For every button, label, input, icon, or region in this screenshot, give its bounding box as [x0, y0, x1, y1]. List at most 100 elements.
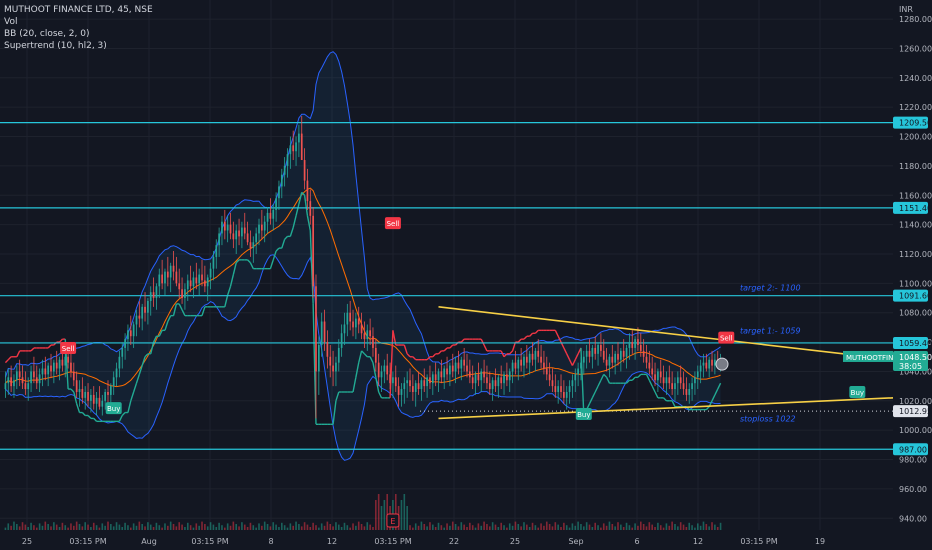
volume-bar	[679, 522, 682, 530]
candle-body	[315, 286, 317, 372]
candle-body	[58, 359, 61, 369]
price-tick-label: 1220.00	[899, 103, 932, 112]
volume-bar	[486, 524, 488, 530]
candle-body	[124, 339, 126, 348]
candle-body	[696, 371, 699, 378]
candle-body	[608, 356, 611, 366]
volume-bar	[571, 523, 574, 530]
volume-bar	[138, 521, 141, 530]
time-tick-label: 8	[268, 537, 273, 546]
candle-body	[628, 342, 631, 348]
supertrend-label[interactable]: Supertrend (10, hl2, 3)	[4, 40, 153, 52]
volume-bar	[195, 523, 198, 530]
bollinger-bands-label[interactable]: BB (20, close, 2, 0)	[4, 28, 153, 40]
candle-body	[212, 256, 215, 269]
volume-bar	[4, 527, 7, 530]
annotation-text: target 1:- 1059	[740, 326, 801, 335]
volume-bar	[90, 527, 92, 530]
candle-body	[437, 371, 440, 381]
volume-bar	[189, 525, 192, 530]
candle-body	[306, 180, 309, 202]
volume-bar	[221, 525, 223, 530]
volume-indicator-label[interactable]: Vol	[4, 16, 153, 28]
candle-body	[711, 359, 713, 366]
candle-body	[679, 377, 682, 384]
volume-bar	[258, 523, 260, 530]
volume-bar	[261, 525, 263, 530]
candle-body	[252, 242, 255, 249]
candle-body	[161, 274, 163, 284]
volume-bar	[420, 521, 423, 530]
candle-body	[121, 347, 124, 357]
candle-body	[708, 359, 711, 369]
volume-bar	[460, 522, 463, 530]
candle-body	[434, 374, 437, 381]
volume-bar	[665, 523, 668, 530]
candle-body	[246, 233, 249, 243]
candle-body	[289, 145, 292, 155]
candle-body	[668, 377, 671, 384]
candle-body	[317, 345, 320, 372]
buy-signal: Buy	[849, 385, 866, 398]
volume-bar	[511, 525, 514, 530]
candle-body	[235, 230, 238, 240]
volume-bar	[21, 522, 24, 530]
level-price-label: 1091.60	[899, 292, 932, 301]
candle-body	[340, 333, 343, 348]
candle-body	[480, 371, 483, 381]
candle-body	[352, 321, 354, 328]
volume-bar	[440, 525, 443, 530]
volume-bar	[563, 522, 565, 530]
volume-bar	[520, 526, 522, 530]
volume-bar	[118, 524, 121, 530]
candle-body	[657, 371, 659, 381]
candle-body	[577, 368, 579, 375]
candle-body	[688, 389, 691, 395]
volume-bar	[454, 524, 457, 530]
volume-bar	[702, 521, 705, 530]
candle-body	[241, 227, 243, 237]
candle-body	[594, 347, 597, 354]
volume-bar	[588, 524, 591, 530]
symbol-title[interactable]: MUTHOOT FINANCE LTD, 45, NSE	[4, 4, 153, 16]
candle-body	[50, 365, 52, 372]
volume-bar	[198, 525, 200, 530]
volume-bar	[443, 527, 446, 530]
candle-body	[637, 339, 639, 346]
volume-bar	[64, 525, 67, 530]
candle-body	[548, 374, 551, 381]
candle-body	[44, 368, 47, 375]
price-chart[interactable]: Sell Buy Sell Buy Sell Buy Etarget 2:- 1100 tar…	[0, 0, 932, 550]
volume-bar	[326, 521, 329, 530]
volume-bar	[129, 527, 132, 530]
candle-body	[540, 356, 542, 363]
volume-bar	[500, 522, 502, 530]
volume-bar	[437, 522, 440, 530]
volume-bar	[412, 527, 414, 530]
volume-bar	[164, 523, 166, 530]
candle-body	[95, 397, 98, 404]
volume-bar	[565, 525, 568, 530]
volume-bar	[514, 521, 517, 530]
volume-bar	[24, 524, 27, 530]
volume-bar	[375, 500, 377, 530]
price-tick-label: 1200.00	[899, 133, 932, 142]
candle-body	[355, 318, 357, 328]
candle-body	[178, 283, 181, 290]
candle-body	[551, 380, 554, 387]
candle-body	[38, 374, 41, 384]
volume-bar	[682, 524, 685, 530]
candle-body	[386, 365, 389, 375]
volume-bar	[241, 522, 243, 530]
candle-body	[21, 377, 24, 384]
candle-body	[312, 215, 314, 287]
price-tick-label: 1240.00	[899, 74, 932, 83]
earnings-marker-label: E	[390, 517, 395, 526]
time-tick-label: 22	[449, 537, 459, 546]
price-tick-label: 960.00	[899, 485, 927, 494]
candle-body	[454, 362, 457, 372]
volume-bar	[409, 525, 411, 530]
volume-bar	[161, 527, 163, 530]
candle-body	[565, 391, 568, 398]
candle-body	[363, 333, 366, 340]
